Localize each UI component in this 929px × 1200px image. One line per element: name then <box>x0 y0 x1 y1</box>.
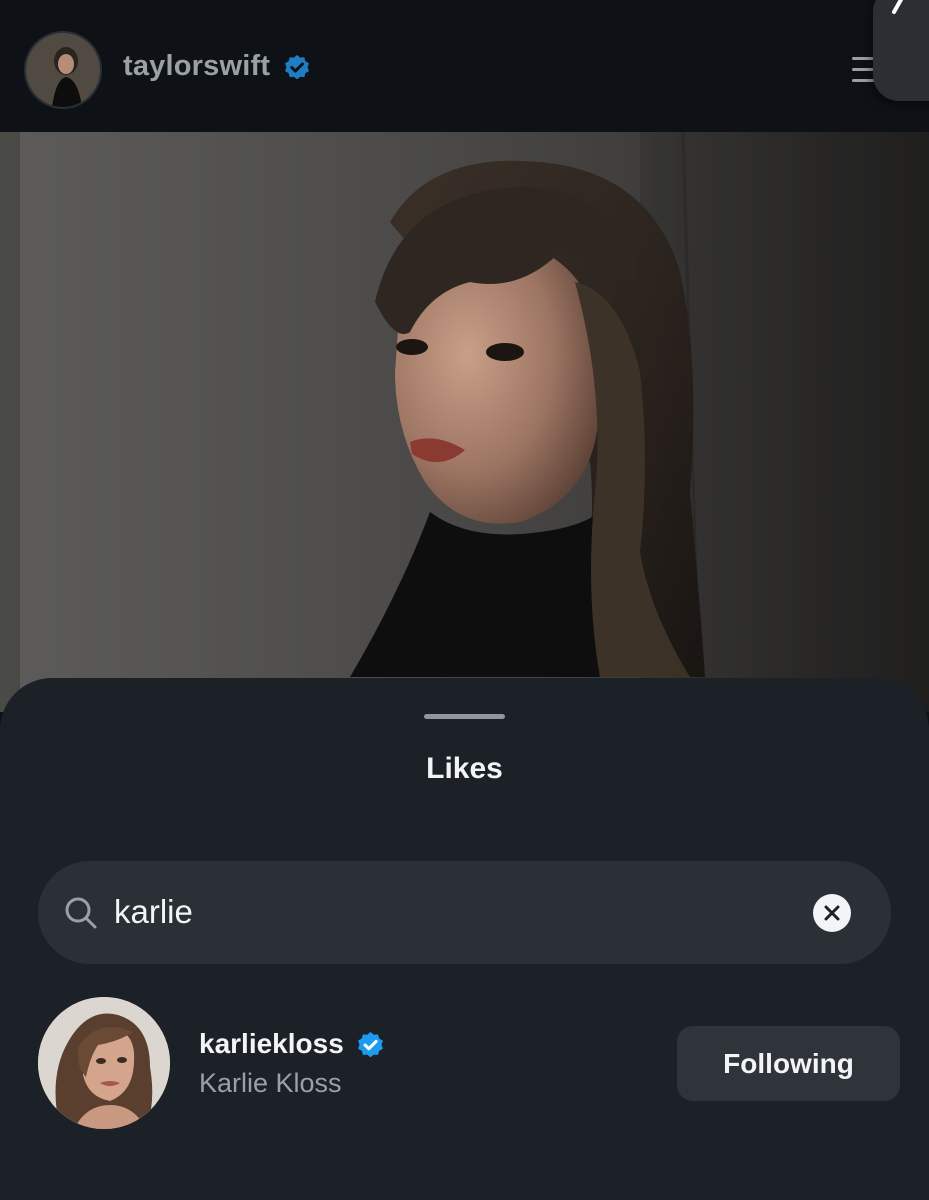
search-icon <box>65 897 97 929</box>
user-list-item[interactable]: karliekloss Karlie Kloss Following <box>0 994 929 1134</box>
user-username[interactable]: karliekloss <box>199 1028 344 1060</box>
chevron-left-icon <box>892 0 904 14</box>
post-image[interactable] <box>0 132 929 712</box>
verified-badge-icon <box>285 55 309 80</box>
user-avatar-photo <box>38 997 170 1129</box>
author-avatar-photo <box>26 33 100 107</box>
author-username[interactable]: taylorswift <box>123 50 270 83</box>
search-bar[interactable] <box>38 861 891 964</box>
instagram-post-page: taylorswift Likes karlie karliekloss Kar… <box>0 0 929 1200</box>
search-input[interactable] <box>114 887 794 937</box>
user-avatar[interactable] <box>38 997 170 1129</box>
floating-back-button[interactable] <box>873 0 929 101</box>
user-full-name: Karlie Kloss <box>199 1068 342 1098</box>
verified-badge-icon <box>358 1032 383 1058</box>
portrait-photo <box>0 132 929 712</box>
sheet-drag-handle[interactable] <box>424 714 505 719</box>
author-avatar[interactable] <box>26 33 100 107</box>
clear-search-button[interactable] <box>813 894 851 932</box>
post-header: taylorswift <box>0 0 929 132</box>
likes-sheet: Likes karlie karliekloss Karlie Kloss Fo… <box>0 678 929 1200</box>
sheet-title: Likes <box>426 752 503 785</box>
following-button[interactable]: Following <box>677 1026 900 1101</box>
clear-icon <box>824 905 840 921</box>
